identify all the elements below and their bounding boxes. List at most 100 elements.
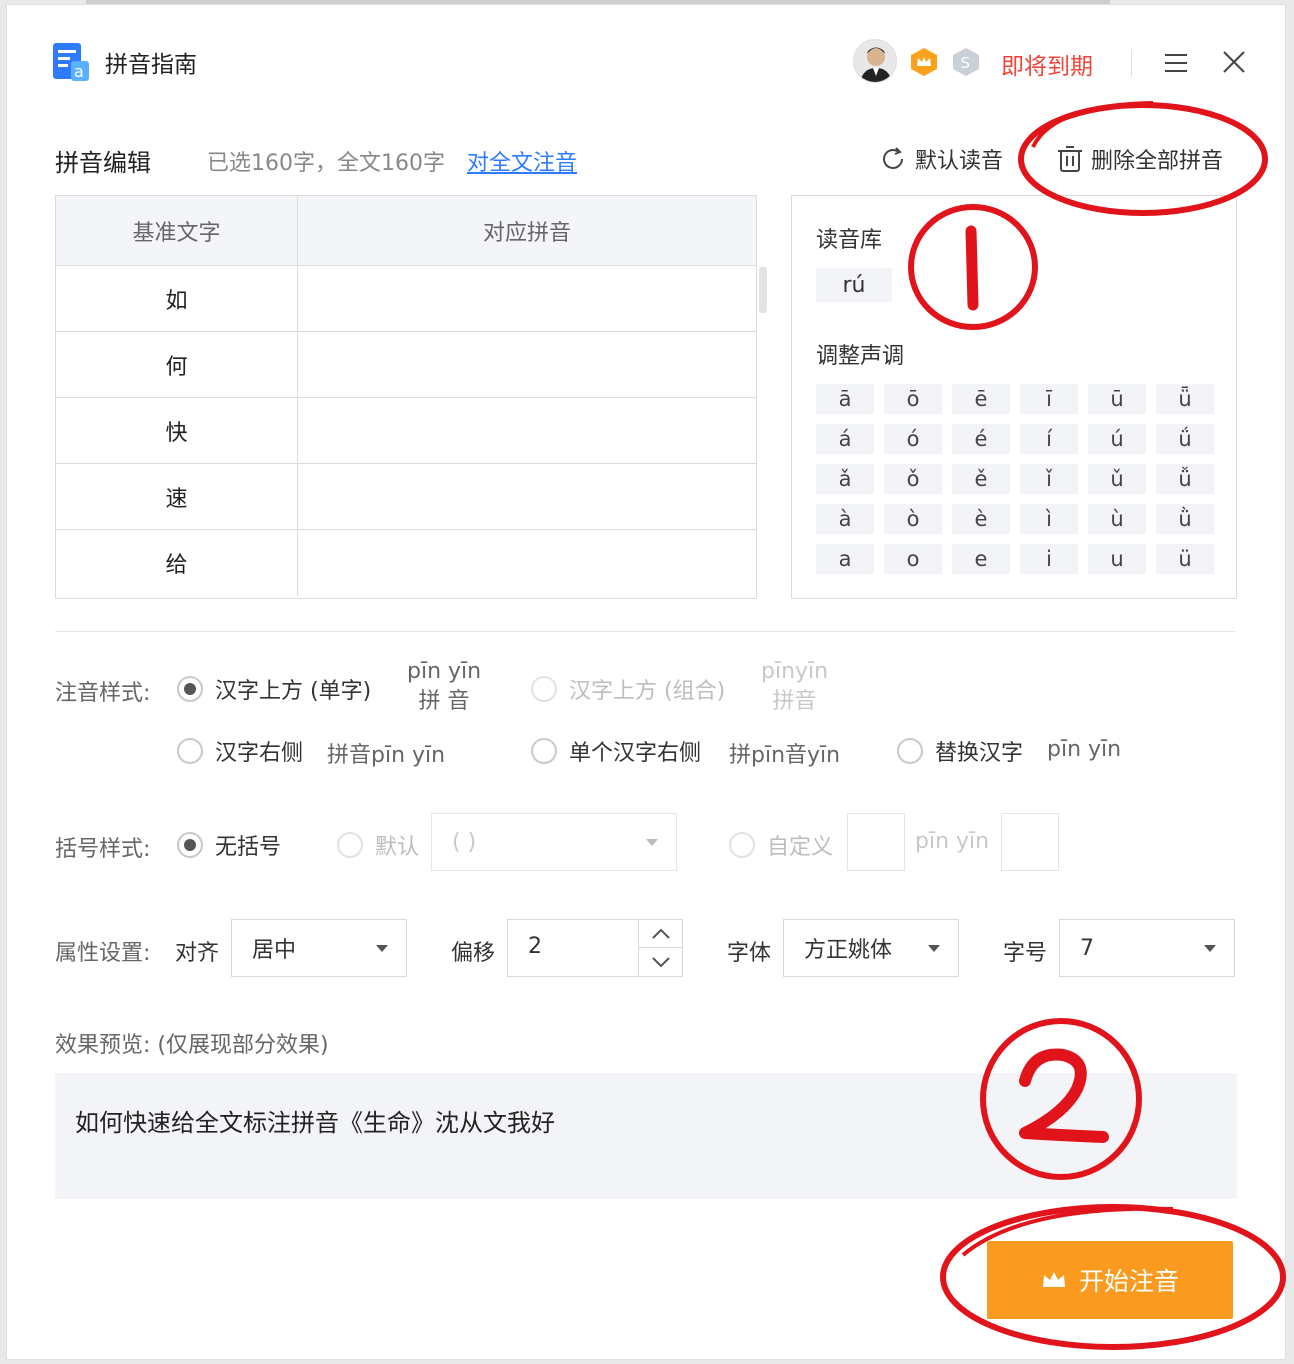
- tone-button[interactable]: o: [884, 544, 942, 574]
- tone-button[interactable]: ù: [1088, 504, 1146, 534]
- tone-button[interactable]: è: [952, 504, 1010, 534]
- chevron-down-icon: [1204, 945, 1216, 952]
- default-reading-label: 默认读音: [915, 149, 1004, 174]
- tone-button[interactable]: ě: [952, 464, 1010, 494]
- table-row[interactable]: 给: [56, 530, 756, 596]
- tone-button[interactable]: í: [1020, 424, 1078, 454]
- tone-button[interactable]: ǘ: [1156, 424, 1214, 454]
- reading-option[interactable]: rú: [816, 268, 892, 302]
- align-label: 对齐: [175, 941, 220, 966]
- tone-button[interactable]: ū: [1088, 384, 1146, 414]
- start-annotation-button[interactable]: 开始注音: [987, 1241, 1233, 1319]
- radio-above-combined[interactable]: 汉字上方 (组合): [531, 673, 725, 705]
- sample-right-side: 拼音pīn yīn: [327, 743, 446, 768]
- offset-value[interactable]: 2: [528, 934, 542, 959]
- increment-button[interactable]: [639, 920, 682, 948]
- membership-expiring-link[interactable]: 即将到期: [1001, 47, 1093, 81]
- tone-button[interactable]: i: [1020, 544, 1078, 574]
- custom-left-bracket-input[interactable]: [847, 813, 905, 871]
- radio-custom-bracket[interactable]: 自定义: [729, 829, 833, 861]
- custom-bracket-sample: pīn yīn: [915, 829, 990, 854]
- vip-crown-badge-icon[interactable]: [909, 47, 939, 77]
- svg-text:a: a: [74, 62, 84, 81]
- table-row[interactable]: 快: [56, 398, 756, 464]
- pinyin-edit-title: 拼音编辑: [55, 149, 151, 177]
- pinyin-cell[interactable]: [298, 332, 756, 397]
- size-value: 7: [1080, 935, 1094, 961]
- tone-button[interactable]: u: [1088, 544, 1146, 574]
- refresh-icon: [883, 147, 903, 169]
- trash-icon: [1058, 146, 1082, 172]
- tone-button[interactable]: é: [952, 424, 1010, 454]
- size-select[interactable]: 7: [1059, 919, 1235, 977]
- tone-button[interactable]: ò: [884, 504, 942, 534]
- radio-dot: [177, 738, 203, 764]
- pinyin-cell[interactable]: [298, 398, 756, 463]
- radio-label: 汉字右侧: [215, 741, 304, 766]
- pinyin-cell[interactable]: [298, 530, 756, 596]
- radio-single-right[interactable]: 单个汉字右侧: [531, 735, 701, 767]
- tone-button[interactable]: ē: [952, 384, 1010, 414]
- tone-button[interactable]: à: [816, 504, 874, 534]
- radio-dot: [177, 676, 203, 702]
- tone-button[interactable]: ǔ: [1088, 464, 1146, 494]
- radio-default-bracket[interactable]: 默认: [337, 829, 419, 861]
- tone-button[interactable]: ǚ: [1156, 464, 1214, 494]
- align-value: 居中: [252, 938, 297, 963]
- tone-button[interactable]: ü: [1156, 544, 1214, 574]
- tone-button[interactable]: á: [816, 424, 874, 454]
- tone-button[interactable]: ó: [884, 424, 942, 454]
- font-select[interactable]: 方正姚体: [783, 919, 959, 977]
- svg-text:S: S: [961, 54, 971, 72]
- pinyin-guide-dialog: a 拼音指南 S 即将到期 拼音编辑 已选160字，全文160字 对全文注音 默: [6, 4, 1286, 1360]
- app-logo-icon: a: [53, 43, 89, 81]
- tone-button[interactable]: ǎ: [816, 464, 874, 494]
- close-icon[interactable]: [1221, 49, 1247, 75]
- offset-stepper[interactable]: 2: [507, 919, 683, 977]
- bracket-type-select[interactable]: ( ): [431, 813, 677, 871]
- table-row[interactable]: 如: [56, 266, 756, 332]
- selection-info: 已选160字，全文160字: [207, 151, 445, 176]
- user-avatar[interactable]: [853, 39, 897, 83]
- radio-label: 默认: [375, 835, 420, 860]
- radio-above-single[interactable]: 汉字上方 (单字): [177, 673, 371, 705]
- tone-button[interactable]: ǐ: [1020, 464, 1078, 494]
- default-reading-button[interactable]: 默认读音: [879, 143, 1003, 175]
- delete-all-pinyin-button[interactable]: 删除全部拼音: [1057, 143, 1223, 175]
- align-select[interactable]: 居中: [231, 919, 407, 977]
- radio-dot: [337, 832, 363, 858]
- decrement-button[interactable]: [639, 948, 682, 976]
- radio-label: 自定义: [767, 835, 834, 860]
- base-char-cell: 何: [56, 332, 298, 397]
- tone-button[interactable]: ǜ: [1156, 504, 1214, 534]
- radio-replace-hanzi[interactable]: 替换汉字: [897, 735, 1023, 767]
- tone-button[interactable]: ō: [884, 384, 942, 414]
- pinyin-cell[interactable]: [298, 464, 756, 529]
- size-label: 字号: [1003, 941, 1048, 966]
- menu-icon[interactable]: [1163, 51, 1189, 75]
- custom-right-bracket-input[interactable]: [1001, 813, 1059, 871]
- pinyin-cell[interactable]: [298, 266, 756, 331]
- annotate-full-text-link[interactable]: 对全文注音: [467, 145, 577, 177]
- table-row[interactable]: 何: [56, 332, 756, 398]
- base-char-cell: 快: [56, 398, 298, 463]
- tone-button[interactable]: ǖ: [1156, 384, 1214, 414]
- tone-button[interactable]: e: [952, 544, 1010, 574]
- tone-button[interactable]: ī: [1020, 384, 1078, 414]
- properties-label: 属性设置:: [55, 941, 151, 966]
- tone-button[interactable]: ú: [1088, 424, 1146, 454]
- radio-no-bracket[interactable]: 无括号: [177, 829, 281, 861]
- svip-badge-icon[interactable]: S: [951, 47, 981, 77]
- radio-right-side[interactable]: 汉字右侧: [177, 735, 303, 767]
- table-row[interactable]: 速: [56, 464, 756, 530]
- radio-dot: [531, 676, 557, 702]
- chevron-down-icon: [928, 945, 940, 952]
- base-char-cell: 给: [56, 530, 298, 596]
- radio-dot: [729, 832, 755, 858]
- column-header-base-text: 基准文字: [56, 196, 298, 265]
- tone-button[interactable]: ā: [816, 384, 874, 414]
- tone-button[interactable]: ǒ: [884, 464, 942, 494]
- tone-button[interactable]: a: [816, 544, 874, 574]
- table-scrollbar[interactable]: [759, 267, 767, 313]
- tone-button[interactable]: ì: [1020, 504, 1078, 534]
